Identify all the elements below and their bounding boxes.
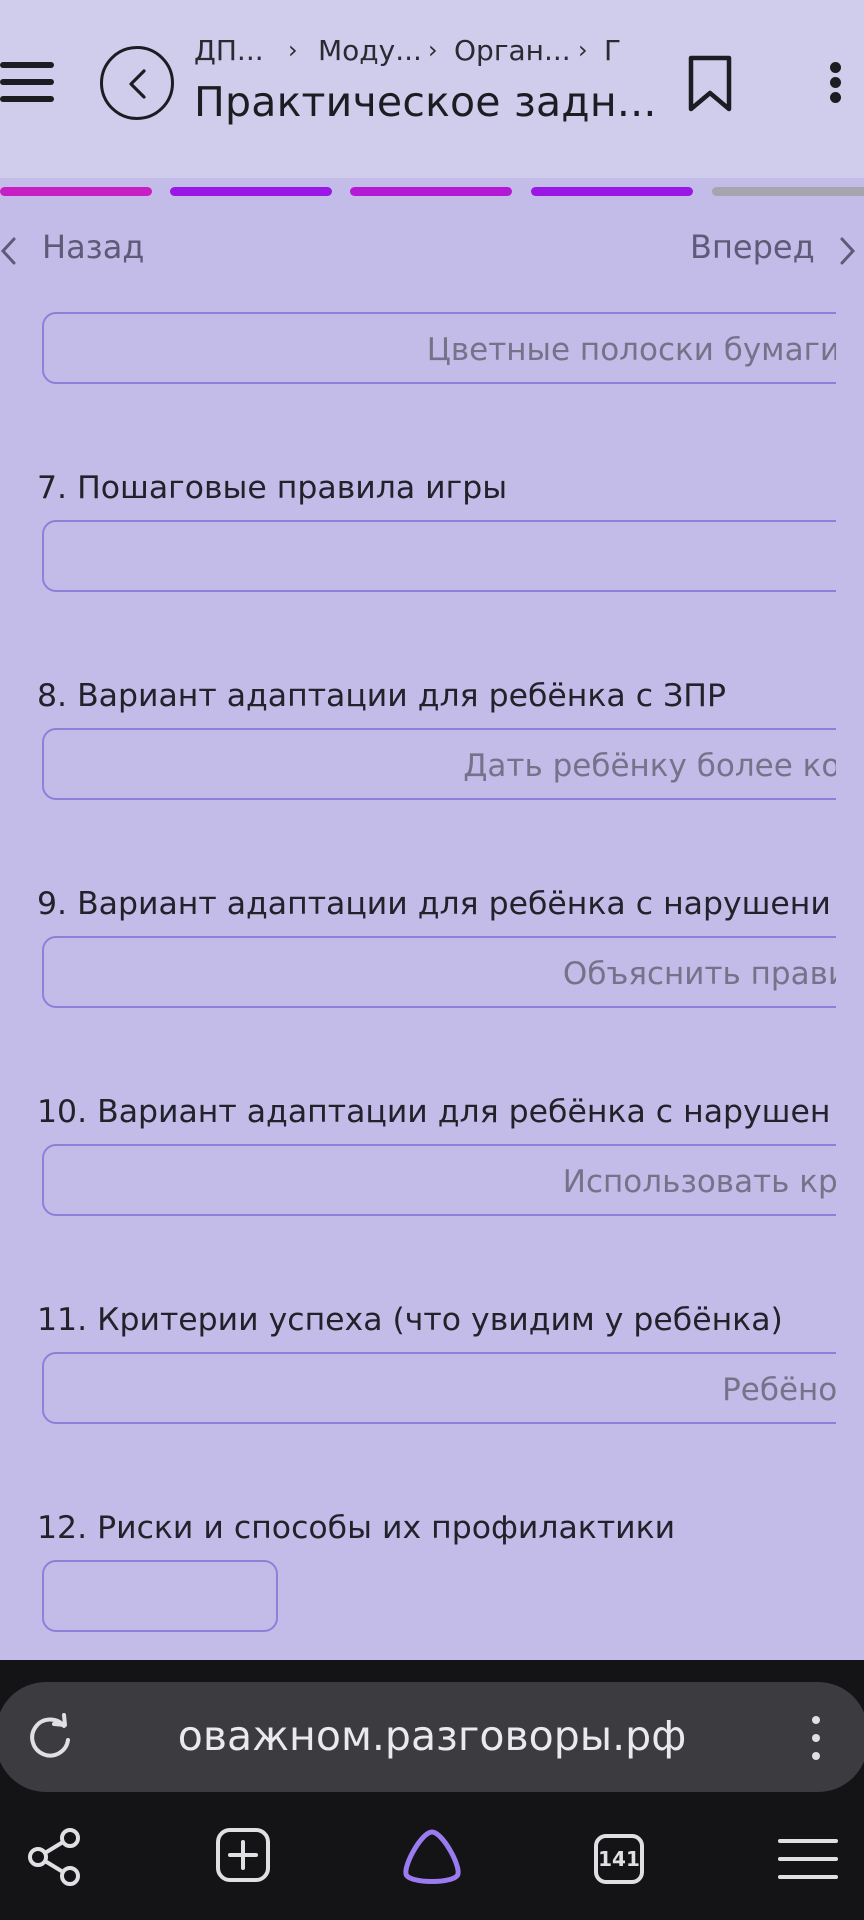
breadcrumb-item[interactable]: Г — [604, 34, 621, 67]
more-options-icon[interactable] — [830, 62, 842, 104]
browser-menu-icon[interactable] — [778, 1838, 838, 1880]
text-field-7[interactable] — [42, 520, 836, 592]
progress-segment-4 — [531, 187, 693, 196]
form-area: Цветные полоски бумаги 7. Пошаговые прав… — [0, 286, 836, 1656]
question-label-8: 8. Вариант адаптации для ребёнка с ЗПР — [37, 678, 726, 714]
question-label-7: 7. Пошаговые правила игры — [37, 470, 508, 506]
new-tab-icon[interactable] — [214, 1826, 272, 1884]
question-label-10: 10. Вариант адаптации для ребёнка с нару… — [37, 1094, 831, 1130]
text-field-10[interactable]: Использовать кру — [42, 1144, 836, 1216]
scrolled-label-fragment — [130, 286, 450, 296]
question-label-12: 12. Риски и способы их профилактики — [37, 1510, 676, 1546]
page-title: Практическое задн... — [194, 78, 657, 126]
nav-back-label: Назад — [42, 228, 145, 266]
chevron-right-icon: › — [578, 36, 588, 64]
tabs-counter-button[interactable]: 141 — [594, 1834, 644, 1884]
breadcrumb-item[interactable]: Моду... — [318, 34, 422, 67]
share-icon[interactable] — [26, 1826, 84, 1888]
chevron-left-icon — [129, 69, 146, 99]
chevron-right-icon — [840, 237, 856, 265]
back-button[interactable] — [100, 46, 174, 120]
progress-segment-2 — [170, 187, 332, 196]
progress-segment-5 — [712, 187, 864, 196]
app-header: ДП... › Моду... › Орган... › Г Практичес… — [0, 0, 864, 178]
menu-icon[interactable] — [0, 60, 56, 104]
progress-segment-3 — [350, 187, 512, 196]
field-value: Объяснить прави — [562, 956, 836, 992]
breadcrumb-item[interactable]: Орган... — [454, 34, 571, 67]
nav-forward-button[interactable]: Вперед — [690, 228, 856, 266]
address-menu-icon[interactable] — [812, 1716, 820, 1760]
field-value: Дать ребёнку более кор — [463, 748, 836, 784]
text-field-12[interactable] — [42, 1560, 278, 1632]
text-field-11[interactable]: Ребёнок — [42, 1352, 836, 1424]
chevron-right-icon: › — [288, 36, 298, 64]
question-label-9: 9. Вариант адаптации для ребёнка с наруш… — [37, 886, 831, 922]
alice-assistant-icon[interactable] — [400, 1828, 464, 1888]
text-field-9[interactable]: Объяснить прави — [42, 936, 836, 1008]
progress-segment-1 — [0, 187, 152, 196]
question-label-11: 11. Критерии успеха (что увидим у ребёнк… — [37, 1302, 783, 1338]
field-value: Ребёнок — [722, 1372, 836, 1408]
text-field-8[interactable]: Дать ребёнку более кор — [42, 728, 836, 800]
nav-forward-label: Вперед — [690, 228, 815, 266]
chevron-right-icon: › — [428, 36, 438, 64]
chevron-left-icon — [0, 237, 16, 265]
url-text[interactable]: оважном.разговоры.рф — [0, 1712, 864, 1760]
field-value: Использовать кру — [562, 1164, 836, 1200]
text-field-6[interactable]: Цветные полоски бумаги — [42, 312, 836, 384]
bookmark-icon[interactable] — [686, 54, 734, 114]
field-value: Цветные полоски бумаги — [426, 332, 836, 368]
breadcrumb-item[interactable]: ДП... — [194, 34, 264, 67]
